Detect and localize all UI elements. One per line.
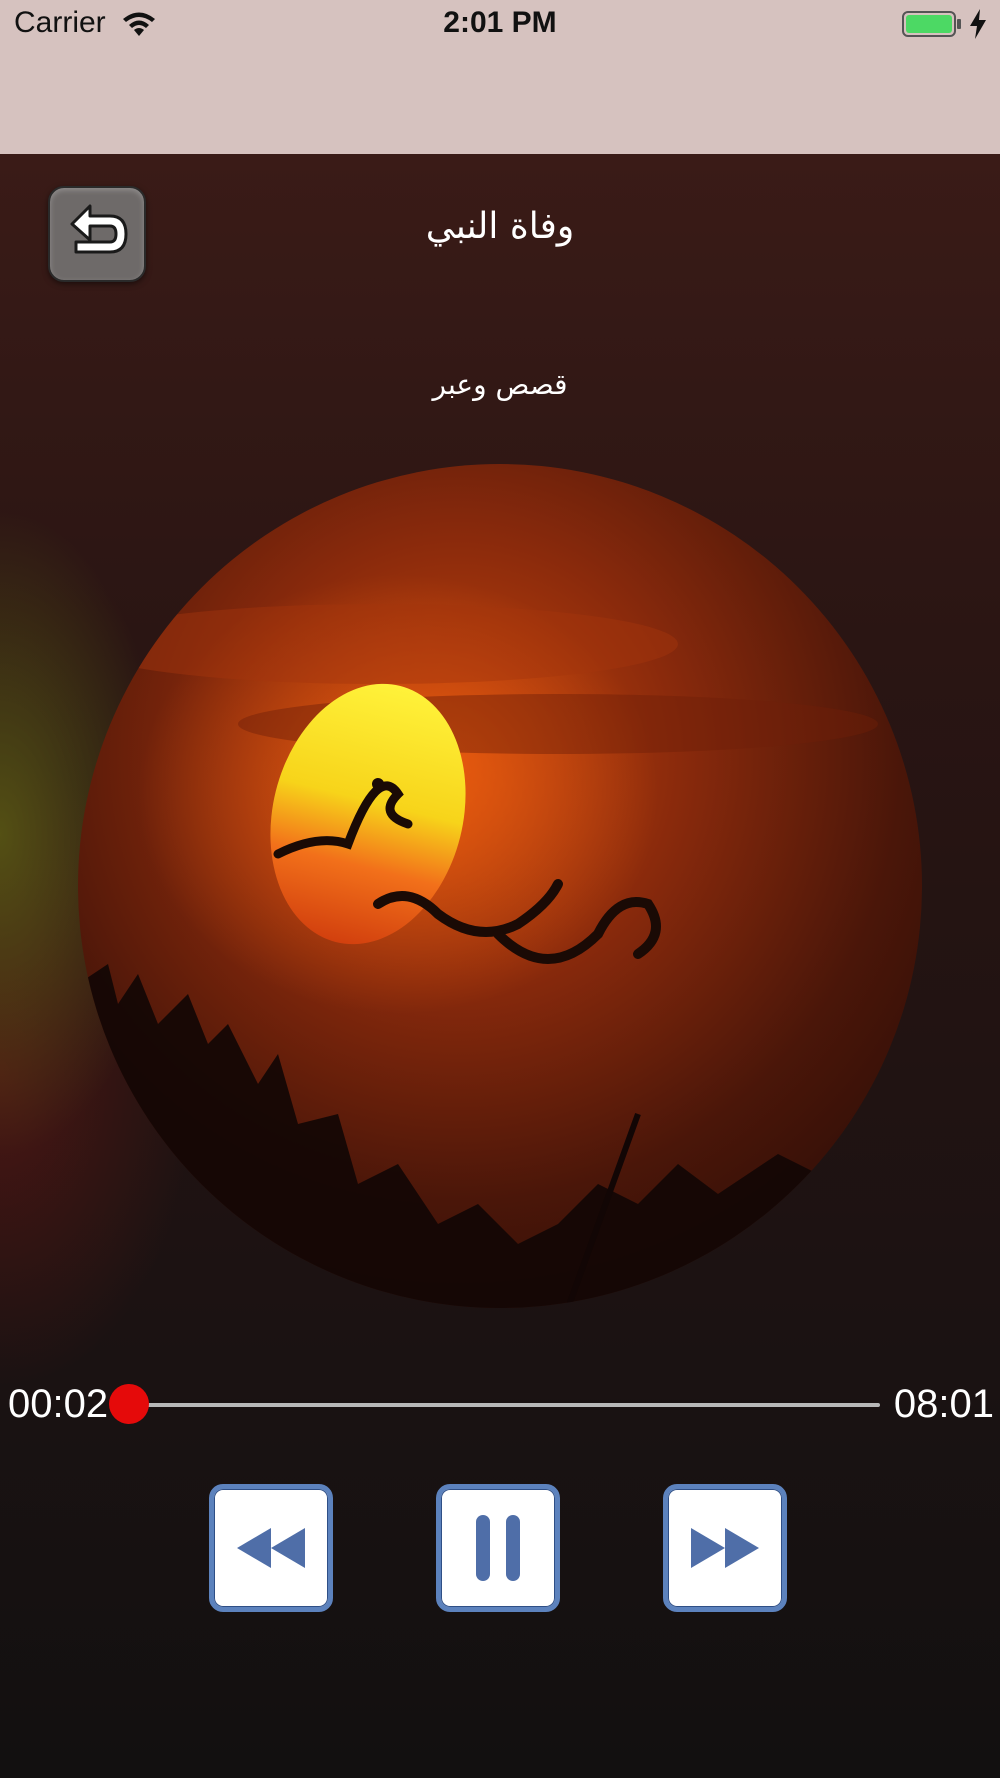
track-title: وفاة النبي [425,206,575,247]
pause-icon [476,1515,520,1581]
album-name: قصص وعبر [432,368,568,401]
current-time: 00:02 [8,1382,109,1426]
battery-icon [902,10,962,38]
rewind-button[interactable] [209,1484,333,1612]
pause-button[interactable] [436,1484,560,1612]
lightning-icon [968,8,988,40]
fast-forward-icon [691,1528,759,1568]
album-artwork [78,464,922,1308]
forward-button[interactable] [663,1484,787,1612]
back-button[interactable] [48,186,146,282]
back-arrow-icon [70,204,128,254]
total-time: 08:01 [893,1382,994,1426]
progress-thumb[interactable] [109,1384,150,1424]
progress-slider[interactable] [109,1384,880,1424]
rewind-icon [237,1528,305,1568]
status-bar: Carrier 2:01 PM [0,0,1000,154]
status-time: 2:01 PM [443,6,557,39]
